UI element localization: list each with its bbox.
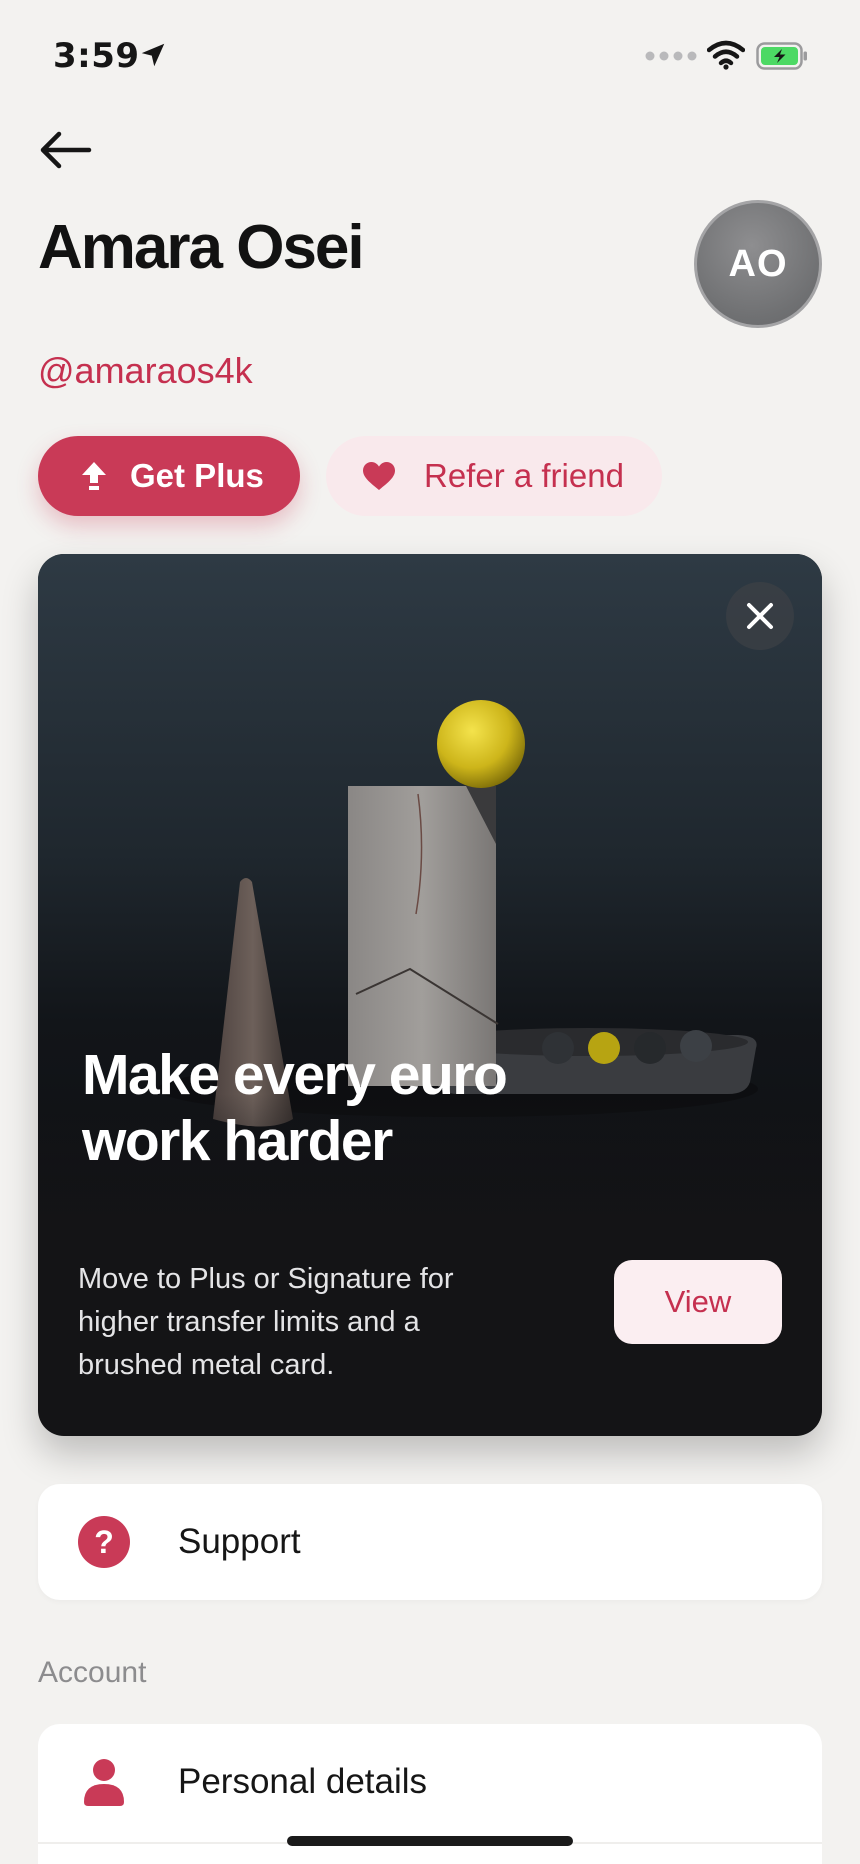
close-promo-button[interactable] <box>726 582 794 650</box>
question-icon: ? <box>78 1516 130 1568</box>
get-plus-button[interactable]: Get Plus <box>38 436 300 516</box>
refer-a-friend-button[interactable]: Refer a friend <box>326 436 662 516</box>
support-row[interactable]: ? Support <box>38 1484 822 1600</box>
promo-body: Move to Plus or Signature for higher tra… <box>78 1263 454 1381</box>
person-icon <box>84 1759 124 1806</box>
close-icon <box>747 603 773 629</box>
cellular-signal-icon <box>645 51 697 61</box>
promo-title: Make every euro work harder <box>82 1043 508 1173</box>
home-indicator <box>287 1836 573 1846</box>
heart-icon <box>363 462 395 490</box>
avatar[interactable]: AO <box>694 200 822 328</box>
profile-name: Amara Osei <box>38 213 365 282</box>
account-section-header: Account <box>38 1656 147 1689</box>
refer-label: Refer a friend <box>424 457 624 494</box>
view-label: View <box>664 1284 732 1319</box>
arrow-left-icon <box>40 131 92 169</box>
personal-details-row[interactable]: Personal details <box>38 1724 822 1840</box>
personal-details-label: Personal details <box>178 1762 428 1801</box>
promo-card[interactable]: Make every euro work harder Move to Plus… <box>38 554 822 1436</box>
status-bar: 3:59 <box>0 0 860 110</box>
location-arrow-icon <box>141 43 165 67</box>
username-link[interactable]: @amaraos4k <box>38 350 253 392</box>
back-button[interactable] <box>34 124 96 176</box>
wifi-icon <box>707 40 745 70</box>
status-time: 3:59 <box>53 36 140 76</box>
avatar-initials: AO <box>728 242 788 285</box>
get-plus-label: Get Plus <box>130 457 264 494</box>
support-label: Support <box>178 1522 301 1561</box>
view-button[interactable]: View <box>614 1260 782 1344</box>
battery-charging-icon <box>756 42 807 70</box>
arrow-up-icon <box>82 462 106 490</box>
